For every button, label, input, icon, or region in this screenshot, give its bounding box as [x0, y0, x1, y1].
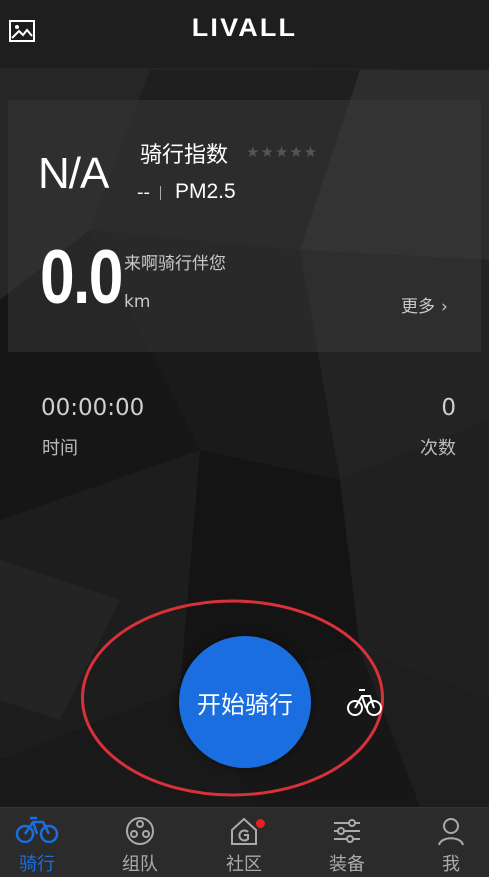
chevron-right-icon: ›	[441, 297, 448, 317]
riding-index-label: 骑行指数	[140, 143, 229, 168]
ride-screen: LIVALL N/A 骑行指数 ★★★★★ -- PM2.5 0.0 来啊骑行伴…	[0, 0, 489, 877]
tab-me[interactable]: 我	[402, 808, 489, 877]
more-link[interactable]: 更多 ›	[401, 292, 448, 317]
time-label: 时间	[42, 438, 78, 459]
tab-team[interactable]: 组队	[91, 808, 189, 877]
distance-unit: km	[124, 292, 151, 312]
equipment-icon	[334, 819, 360, 843]
distance-value: 0.0	[40, 235, 123, 320]
aqi-value: --	[137, 182, 150, 203]
tab-community-label: 社区	[226, 854, 262, 875]
community-icon	[231, 817, 257, 845]
riding-index-stars: ★★★★★	[246, 143, 319, 161]
start-ride-button[interactable]: 开始骑行	[179, 636, 311, 768]
app-header: LIVALL	[0, 0, 489, 68]
person-icon	[438, 818, 464, 846]
ride-count-value: 0	[441, 395, 456, 421]
motto-text: 来啊骑行伴您	[124, 254, 226, 274]
aqi-divider	[160, 186, 161, 200]
pm25-label: PM2.5	[175, 180, 236, 203]
bottom-tab-bar: 骑行 组队 社区 装备 我	[0, 807, 489, 877]
bike-icon	[15, 816, 59, 844]
notification-badge	[256, 819, 265, 828]
ride-count-label: 次数	[420, 438, 456, 459]
tab-ride-label: 骑行	[19, 854, 55, 875]
tab-team-label: 组队	[122, 854, 158, 875]
livall-logo: LIVALL	[191, 14, 298, 42]
tab-equipment-label: 装备	[329, 854, 365, 875]
tab-community[interactable]: 社区	[195, 808, 293, 877]
tab-ride[interactable]: 骑行	[0, 808, 86, 877]
bike-mode-icon[interactable]	[346, 684, 382, 718]
riding-index-value: N/A	[38, 149, 109, 198]
more-label: 更多	[401, 297, 435, 317]
tab-me-label: 我	[442, 854, 460, 875]
time-value: 00:00:00	[41, 395, 145, 421]
team-icon	[126, 817, 154, 845]
tab-equipment[interactable]: 装备	[298, 808, 396, 877]
